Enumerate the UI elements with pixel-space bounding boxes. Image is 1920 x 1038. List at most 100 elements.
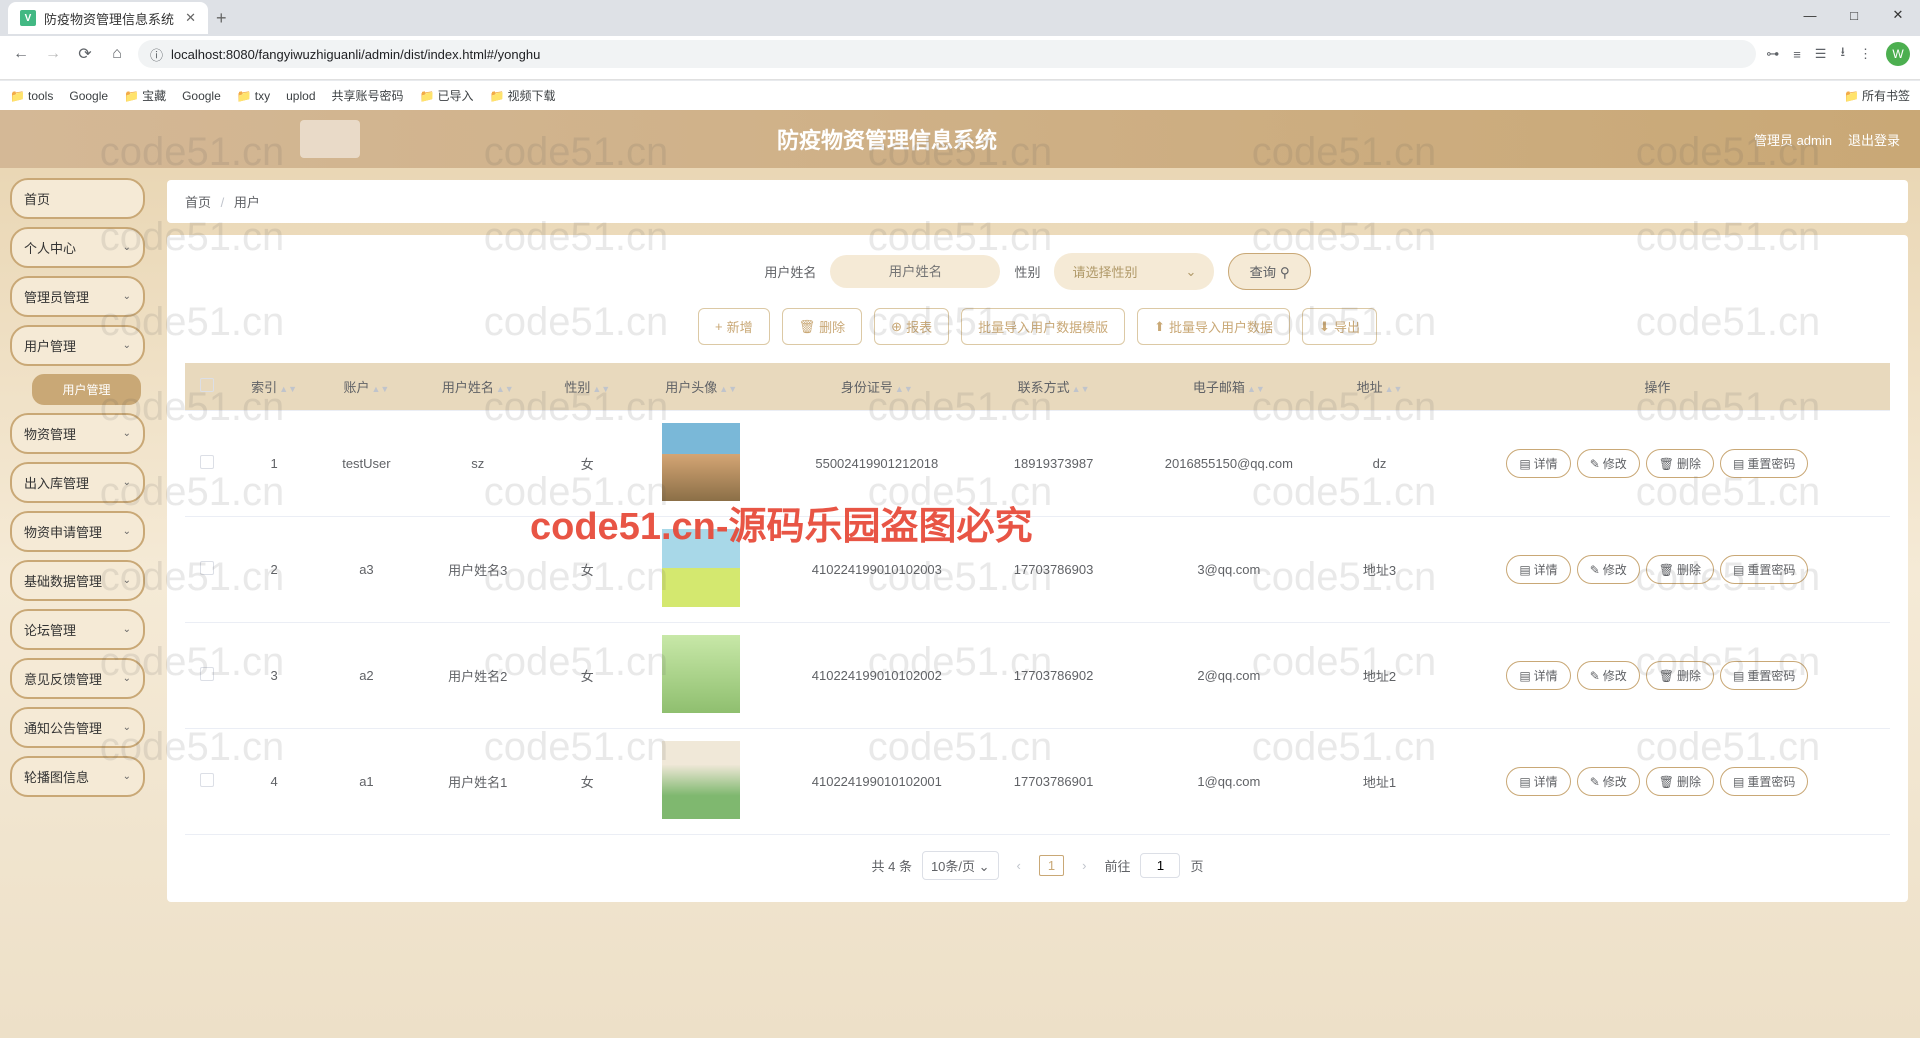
- th-name[interactable]: 用户姓名▲▼: [414, 363, 542, 411]
- goto-input[interactable]: [1140, 853, 1180, 878]
- url-box[interactable]: ⓘ localhost:8080/fangyiwuzhiguanli/admin…: [138, 40, 1756, 68]
- nav-forward-icon[interactable]: →: [42, 45, 64, 63]
- bookmark-item[interactable]: uplod: [286, 89, 315, 103]
- page-size-select[interactable]: 10条/页 ⌄: [922, 851, 999, 880]
- sidebar-item-profile[interactable]: 个人中心⌄: [10, 227, 145, 268]
- reset-password-button[interactable]: ▤重置密码: [1720, 555, 1808, 584]
- site-info-icon[interactable]: ⓘ: [150, 45, 163, 64]
- sidebar-item-inout[interactable]: 出入库管理⌄: [10, 462, 145, 503]
- nav-back-icon[interactable]: ←: [10, 45, 32, 63]
- avatar-image[interactable]: [662, 635, 740, 713]
- search-button[interactable]: 查询 ⚲: [1228, 253, 1310, 290]
- bookmark-item[interactable]: 共享账号密码: [332, 87, 404, 104]
- row-checkbox[interactable]: [200, 455, 214, 469]
- sidebar-item-forum[interactable]: 论坛管理⌄: [10, 609, 145, 650]
- more-icon[interactable]: ⋮: [1859, 46, 1872, 62]
- detail-button[interactable]: ▤详情: [1506, 767, 1570, 796]
- sidebar-item-notice[interactable]: 通知公告管理⌄: [10, 707, 145, 748]
- nav-home-icon[interactable]: ⌂: [106, 45, 128, 63]
- import-template-button[interactable]: 批量导入用户数据模版: [961, 308, 1125, 345]
- edit-button[interactable]: ✎修改: [1577, 555, 1640, 584]
- th-avatar[interactable]: 用户头像▲▼: [632, 363, 769, 411]
- th-addr[interactable]: 地址▲▼: [1334, 363, 1424, 411]
- th-ops: 操作: [1425, 363, 1890, 411]
- sidebar-item-feedback[interactable]: 意见反馈管理⌄: [10, 658, 145, 699]
- export-button[interactable]: ⬇导出: [1302, 308, 1377, 345]
- window-maximize[interactable]: □: [1832, 0, 1876, 30]
- bookmark-item[interactable]: 📁宝藏: [124, 87, 166, 104]
- edit-button[interactable]: ✎修改: [1577, 449, 1640, 478]
- reset-password-button[interactable]: ▤重置密码: [1720, 661, 1808, 690]
- bookmark-item[interactable]: 📁已导入: [420, 87, 474, 104]
- delete-row-button[interactable]: 🗑删除: [1646, 555, 1714, 584]
- sidebar-item-material[interactable]: 物资管理⌄: [10, 413, 145, 454]
- cell-name: 用户姓名2: [414, 623, 542, 729]
- checkbox-all[interactable]: [200, 378, 214, 392]
- import-data-button[interactable]: ⬆批量导入用户数据: [1137, 308, 1290, 345]
- user-table: 索引▲▼ 账户▲▼ 用户姓名▲▼ 性别▲▼ 用户头像▲▼ 身份证号▲▼ 联系方式…: [185, 363, 1890, 835]
- search-gender-select[interactable]: 请选择性别 ⌄: [1054, 253, 1214, 290]
- report-button[interactable]: ⊕报表: [874, 308, 949, 345]
- page-current[interactable]: 1: [1039, 855, 1064, 876]
- th-account[interactable]: 账户▲▼: [319, 363, 413, 411]
- table-row: 3 a2 用户姓名2 女 410224199010102002 17703786…: [185, 623, 1890, 729]
- logout-button[interactable]: 退出登录: [1848, 130, 1900, 149]
- bookmark-item[interactable]: 📁txy: [237, 89, 270, 103]
- table-head: 索引▲▼ 账户▲▼ 用户姓名▲▼ 性别▲▼ 用户头像▲▼ 身份证号▲▼ 联系方式…: [185, 363, 1890, 411]
- page-next[interactable]: ›: [1074, 854, 1094, 877]
- sidebar-item-admin[interactable]: 管理员管理⌄: [10, 276, 145, 317]
- sidebar-item-apply[interactable]: 物资申请管理⌄: [10, 511, 145, 552]
- download-icon[interactable]: ⭳: [1840, 43, 1845, 65]
- th-phone[interactable]: 联系方式▲▼: [984, 363, 1124, 411]
- avatar-image[interactable]: [662, 741, 740, 819]
- bookmark-item[interactable]: 📁视频下载: [490, 87, 556, 104]
- tab-close-icon[interactable]: ✕: [185, 10, 196, 26]
- th-idcard[interactable]: 身份证号▲▼: [770, 363, 984, 411]
- edit-button[interactable]: ✎修改: [1577, 661, 1640, 690]
- window-close[interactable]: ✕: [1876, 0, 1920, 30]
- profile-avatar[interactable]: W: [1886, 42, 1910, 66]
- folder-icon: 📁: [237, 89, 251, 103]
- sidebar-item-carousel[interactable]: 轮播图信息⌄: [10, 756, 145, 797]
- sidebar-item-basedata[interactable]: 基础数据管理⌄: [10, 560, 145, 601]
- breadcrumb-home[interactable]: 首页: [185, 195, 211, 210]
- add-button[interactable]: +新增: [698, 308, 770, 345]
- app-root: code51.cncode51.cncode51.cncode51.cncode…: [0, 110, 1920, 1038]
- detail-button[interactable]: ▤详情: [1506, 555, 1570, 584]
- search-name-input[interactable]: [830, 255, 1000, 288]
- th-gender[interactable]: 性别▲▼: [542, 363, 632, 411]
- bookmark-item[interactable]: Google: [69, 89, 108, 103]
- new-tab-button[interactable]: +: [216, 8, 227, 29]
- avatar-image[interactable]: [662, 423, 740, 501]
- delete-row-button[interactable]: 🗑删除: [1646, 767, 1714, 796]
- sidebar-subitem-user[interactable]: 用户管理: [32, 374, 141, 405]
- edit-button[interactable]: ✎修改: [1577, 767, 1640, 796]
- detail-button[interactable]: ▤详情: [1506, 449, 1570, 478]
- detail-button[interactable]: ▤详情: [1506, 661, 1570, 690]
- delete-button[interactable]: 🗑删除: [782, 308, 863, 345]
- extension-icon[interactable]: ☰: [1815, 46, 1827, 62]
- reset-password-button[interactable]: ▤重置密码: [1720, 767, 1808, 796]
- th-email[interactable]: 电子邮箱▲▼: [1123, 363, 1334, 411]
- delete-row-button[interactable]: 🗑删除: [1646, 661, 1714, 690]
- bookmark-item[interactable]: 📁tools: [10, 89, 53, 103]
- admin-label[interactable]: 管理员 admin: [1754, 130, 1832, 149]
- bookmark-item[interactable]: Google: [182, 89, 221, 103]
- delete-row-button[interactable]: 🗑删除: [1646, 449, 1714, 478]
- sidebar-item-user[interactable]: 用户管理⌄: [10, 325, 145, 366]
- reset-password-button[interactable]: ▤重置密码: [1720, 449, 1808, 478]
- sidebar-item-home[interactable]: 首页: [10, 178, 145, 219]
- nav-reload-icon[interactable]: ⟳: [74, 44, 96, 64]
- row-checkbox[interactable]: [200, 773, 214, 787]
- page-prev[interactable]: ‹: [1009, 854, 1029, 877]
- all-bookmarks[interactable]: 📁所有书签: [1844, 87, 1910, 104]
- row-checkbox[interactable]: [200, 561, 214, 575]
- th-index[interactable]: 索引▲▼: [229, 363, 319, 411]
- browser-tab[interactable]: V 防疫物资管理信息系统 ✕: [8, 2, 208, 34]
- avatar-image[interactable]: [662, 529, 740, 607]
- window-minimize[interactable]: —: [1788, 0, 1832, 30]
- edit-icon: ✎: [1590, 563, 1600, 577]
- key-icon[interactable]: ⊶: [1766, 46, 1779, 62]
- menu-icon[interactable]: ≡: [1793, 47, 1801, 62]
- row-checkbox[interactable]: [200, 667, 214, 681]
